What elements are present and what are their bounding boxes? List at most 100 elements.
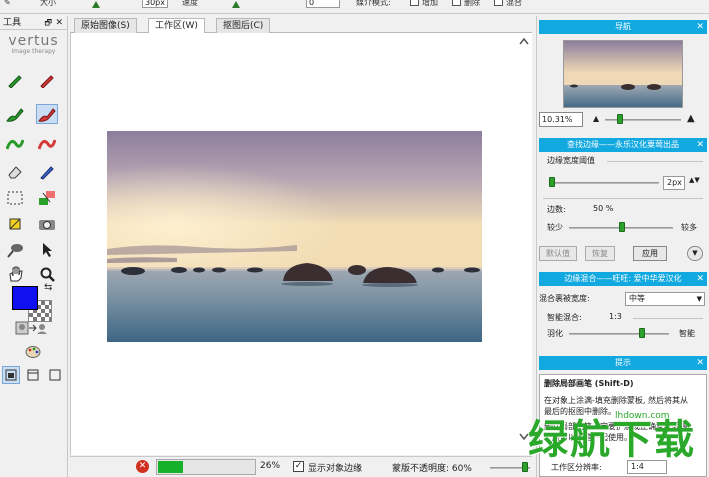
spin-arrows-icon[interactable]: ▲▼ [689, 176, 700, 184]
crop-icon [9, 218, 21, 230]
scroll-up-icon [519, 37, 529, 45]
progress-fill [158, 461, 183, 473]
speed-input[interactable]: 0 [306, 0, 340, 8]
blend-depth-value: 中等 [629, 294, 645, 303]
red-pencil-icon [40, 75, 54, 88]
zoom-out-icon[interactable]: ▲ [593, 114, 599, 123]
green-swirl-icon [6, 139, 24, 150]
blend-depth-select[interactable]: 中等 ▼ [625, 292, 705, 306]
view-full-button[interactable] [46, 366, 64, 384]
sunset-sea-photo [107, 131, 482, 342]
compare-portraits-icon [15, 321, 47, 335]
restore-button[interactable]: 恢复 [585, 246, 615, 261]
zoom-slider-thumb[interactable] [617, 114, 623, 124]
float-icon[interactable]: 🗗 [44, 16, 52, 30]
tab-original[interactable]: 原始图像(S) [74, 18, 137, 33]
green-brush-stroke-icon [6, 108, 24, 122]
magic-fill-tool[interactable] [36, 188, 58, 208]
logo-main: vertus [8, 33, 59, 49]
find-edge-title: 查找边缘——永乐汉化粟莺出品 [567, 140, 679, 149]
tab-workspace[interactable]: 工作区(W) [148, 18, 205, 34]
default-button[interactable]: 默认值 [539, 246, 577, 261]
view-split-button[interactable] [24, 366, 42, 384]
add-checkbox[interactable] [410, 0, 419, 6]
close-icon[interactable]: ✕ [696, 138, 704, 152]
edge-width-slider-thumb[interactable] [549, 177, 555, 187]
swap-colors-icon[interactable]: ⇆ [44, 282, 52, 293]
opacity-slider-thumb[interactable] [522, 462, 528, 472]
tab-cutout[interactable]: 抠图后(C) [216, 18, 271, 33]
edges-slider-thumb[interactable] [619, 222, 625, 232]
foreground-color-swatch[interactable] [12, 286, 38, 310]
crop-tool[interactable] [4, 214, 26, 234]
smart-blend-label: 智能混合: [547, 313, 582, 322]
arrow-cursor-icon [43, 243, 52, 257]
edge-width-slider-track[interactable] [549, 182, 659, 184]
compare-tool[interactable] [14, 318, 50, 338]
close-icon[interactable]: ✕ [696, 356, 704, 370]
keep-local-brush-tool[interactable] [4, 104, 26, 124]
red-brush-stroke-icon [38, 108, 56, 122]
magnifier-icon [40, 267, 55, 282]
expand-icon[interactable]: ▼ [687, 246, 703, 261]
group-line [607, 161, 703, 162]
show-edges-checkbox[interactable]: ✓ [293, 461, 304, 472]
fill-icon [39, 191, 55, 205]
pen-tool[interactable] [36, 162, 58, 182]
tools-panel-title: 工具 [3, 18, 22, 28]
tips-header: 提示 ✕ [539, 356, 707, 370]
size-slider-thumb[interactable] [92, 1, 100, 8]
smart-blend-slider-thumb[interactable] [639, 328, 645, 338]
eraser-tool[interactable] [4, 162, 26, 182]
tools-panel-header: 工具 🗗 ✕ [0, 16, 67, 30]
blend-label: 混合 [506, 0, 522, 7]
size-input[interactable]: 30px [142, 0, 168, 8]
snapshot-tool[interactable] [36, 214, 58, 234]
speed-slider-thumb[interactable] [232, 1, 240, 8]
right-panel: 导航 ✕ 10.31% ▲ ▲ 查找边缘——永乐汉化粟莺出品 ✕ 边缘宽度阈值 … [536, 16, 709, 477]
edges-label: 边数: [547, 205, 566, 214]
progress-text: 26% [260, 461, 281, 471]
remove-label: 删除 [464, 0, 480, 7]
zoom-in-icon[interactable]: ▲ [687, 113, 695, 124]
remove-checkbox[interactable] [452, 0, 461, 6]
red-swirl-icon [38, 139, 56, 150]
smudge-icon [7, 244, 23, 258]
close-icon[interactable]: ✕ [696, 272, 704, 286]
palette-tool[interactable] [22, 342, 44, 362]
edge-blend-header: 边缘混合——旺旺: 爱中华爱汉化 ✕ [539, 272, 707, 286]
remove-brush-tool[interactable] [36, 70, 58, 90]
view-single-button[interactable] [2, 366, 20, 384]
group-line [543, 198, 703, 199]
rect-select-tool[interactable] [4, 188, 26, 208]
close-icon[interactable]: ✕ [696, 20, 704, 34]
pointer-tool[interactable] [36, 240, 58, 260]
canvas-scrollbar[interactable] [517, 36, 531, 454]
marquee-icon [7, 191, 23, 205]
hand-tool[interactable] [4, 264, 26, 284]
stop-icon[interactable]: ✕ [136, 460, 149, 473]
brush-icon: ✎ [4, 0, 11, 7]
split-view-icon [27, 369, 39, 381]
more-label: 较多 [681, 223, 697, 232]
apply-button[interactable]: 应用 [633, 246, 667, 261]
edge-width-input[interactable]: 2px [663, 176, 685, 190]
smart-blend-slider-track[interactable] [569, 333, 669, 335]
navigator-thumbnail[interactable] [563, 40, 683, 108]
zoom-row: 10.31% ▲ ▲ [539, 112, 707, 128]
keep-edge-brush-tool[interactable] [4, 134, 26, 154]
workspace-canvas[interactable] [70, 33, 532, 455]
zoom-tool[interactable] [36, 264, 58, 284]
close-icon[interactable]: ✕ [55, 16, 63, 30]
keep-brush-tool[interactable] [4, 70, 26, 90]
tools-panel: 工具 🗗 ✕ vertus image therapy ⇆ [0, 16, 68, 477]
edge-blend-title: 边缘混合——旺旺: 爱中华爱汉化 [564, 274, 682, 283]
less-label: 较少 [547, 223, 563, 232]
show-edges-label: 显示对象边缘 [308, 464, 363, 474]
single-view-icon [5, 369, 17, 381]
blend-checkbox[interactable] [494, 0, 503, 6]
remove-edge-brush-tool[interactable] [36, 134, 58, 154]
remove-local-brush-tool[interactable] [36, 104, 58, 124]
smudge-tool[interactable] [4, 240, 26, 260]
zoom-input[interactable]: 10.31% [539, 112, 583, 127]
